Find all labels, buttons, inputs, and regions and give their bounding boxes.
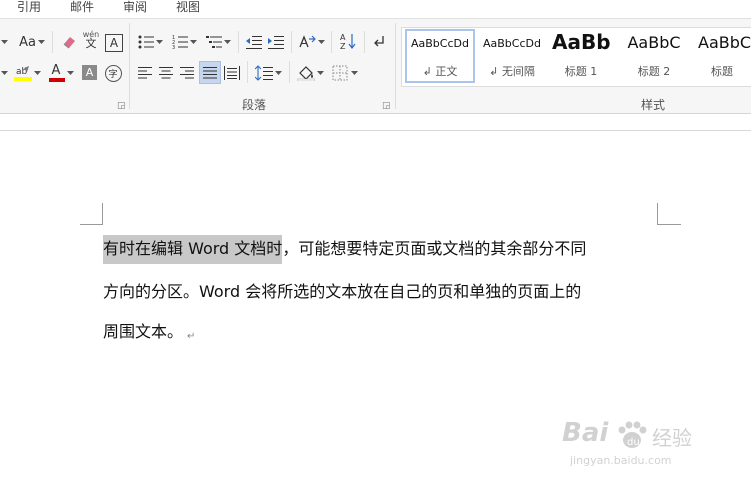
paragraph-dialog-launcher-icon[interactable]: ◲ [382, 101, 391, 111]
margin-corner-mark [80, 224, 103, 225]
paw-logo-icon: du [618, 421, 647, 448]
phonetic-guide-button[interactable]: wén 文 [82, 29, 100, 49]
align-left-icon[interactable] [136, 63, 154, 83]
multilevel-list-icon [205, 36, 222, 48]
increase-indent-icon[interactable] [266, 32, 286, 52]
bullets-button[interactable] [136, 32, 164, 52]
styles-gallery: AaBbCcDd ↲ 正文 AaBbCcDd ↲ 无间隔 AaBb 标题 1 A… [401, 27, 751, 87]
line-spacing-icon [254, 65, 273, 81]
tab-review[interactable]: 审阅 [123, 0, 147, 14]
change-case-label: Aa [19, 34, 36, 50]
margin-corner-mark [102, 203, 103, 225]
font-color-letter: A [51, 63, 61, 78]
margin-corner-mark [657, 224, 681, 225]
sort-button[interactable]: AZ [338, 31, 358, 51]
style-preview: AaBbC [627, 33, 681, 52]
line-text: 方向的分区。Word 会将所选的文本放在自己的页和单独的页面上的 [103, 282, 582, 301]
ribbon: Aa wén 文 A ab A A 字 ◲ 123 A Z 段落 ◲ AaBbC… [0, 18, 751, 114]
style-preview: AaBbC [698, 33, 751, 52]
character-border-button[interactable]: A [105, 34, 123, 52]
document-line-1[interactable]: 有时在编辑 Word 文档时，可能想要特定页面或文档的其余部分不同 [103, 235, 587, 264]
paint-bucket-icon [296, 66, 315, 81]
style-heading-1[interactable]: AaBb 标题 1 [548, 28, 614, 84]
clear-formatting-icon[interactable] [60, 32, 78, 52]
character-shading-button[interactable]: A [82, 65, 97, 80]
style-heading-2[interactable]: AaBbC 标题 2 [618, 28, 690, 84]
line-text: ，可能想要特定页面或文档的其余部分不同 [282, 239, 587, 258]
svg-text:du: du [627, 437, 640, 448]
paragraph-group-label: 段落 [242, 98, 267, 112]
character-border-label: A [109, 36, 119, 50]
selected-text[interactable]: 有时在编辑 Word 文档时 [103, 235, 283, 264]
change-case-button[interactable]: Aa [18, 32, 46, 52]
svg-text:A: A [340, 33, 346, 42]
numbering-button[interactable]: 123 [170, 32, 198, 52]
style-name: ↲ 无间隔 [489, 65, 535, 78]
sort-icon: AZ [340, 33, 356, 50]
margin-corner-mark [657, 203, 658, 225]
tab-references[interactable]: 引用 [17, 0, 41, 14]
style-normal[interactable]: AaBbCcDd ↲ 正文 [404, 28, 476, 84]
line-text: 周围文本。 [103, 322, 184, 341]
bullets-icon [138, 35, 154, 49]
enclose-characters-button[interactable]: 字 [104, 63, 122, 83]
numbering-icon: 123 [172, 35, 188, 49]
phonetic-bottom: 文 [85, 37, 97, 50]
highlighter-icon: ab [13, 66, 32, 81]
baidu-watermark: Bai du 经验 jingyan.baidu.com [562, 418, 722, 478]
decrease-indent-icon[interactable] [244, 32, 264, 52]
chinese-layout-button[interactable] [297, 32, 325, 52]
ruler-divider [0, 130, 751, 131]
style-name: 标题 1 [564, 65, 598, 78]
tab-view[interactable]: 视图 [176, 0, 200, 14]
chevron-down-icon[interactable] [0, 63, 8, 83]
font-color-button[interactable]: A [46, 63, 76, 83]
svg-text:Z: Z [340, 42, 346, 50]
ribbon-tabs: 引用 邮件 审阅 视图 [0, 0, 751, 18]
align-center-icon[interactable] [157, 63, 175, 83]
line-spacing-button[interactable] [253, 63, 283, 83]
justify-icon[interactable] [199, 61, 221, 84]
align-right-icon[interactable] [178, 63, 196, 83]
style-name: ↲ 正文 [422, 65, 458, 78]
shading-button[interactable] [295, 63, 325, 83]
enclose-char: 字 [104, 64, 122, 82]
borders-button[interactable] [330, 63, 360, 83]
distributed-icon[interactable] [223, 63, 241, 83]
style-preview: AaBbCcDd [483, 37, 541, 50]
style-no-spacing[interactable]: AaBbCcDd ↲ 无间隔 [476, 28, 548, 84]
chevron-down-icon[interactable] [0, 32, 8, 52]
multilevel-list-button[interactable] [204, 32, 232, 52]
show-marks-icon[interactable] [371, 32, 387, 52]
paragraph-mark-icon: ↵ [187, 331, 196, 342]
document-line-2[interactable]: 方向的分区。Word 会将所选的文本放在自己的页和单独的页面上的 [103, 282, 581, 302]
chinese-layout-icon [298, 35, 316, 48]
character-shading-label: A [85, 66, 94, 79]
highlight-color-button[interactable]: ab [12, 63, 42, 83]
watermark-brand-cn: 经验 [652, 426, 692, 450]
style-preview: AaBbCcDd [411, 37, 469, 50]
tab-mailings[interactable]: 邮件 [70, 0, 94, 14]
style-name: 标题 2 [637, 65, 671, 78]
style-title[interactable]: AaBbC 标题 [692, 28, 751, 84]
style-name: 标题 [711, 65, 733, 78]
borders-icon [332, 65, 348, 81]
watermark-brand: Bai [562, 418, 609, 448]
document-line-3[interactable]: 周围文本。 ↵ [103, 322, 195, 347]
styles-group-label: 样式 [641, 98, 666, 112]
style-preview: AaBb [552, 30, 611, 54]
font-dialog-launcher-icon[interactable]: ◲ [117, 101, 126, 111]
svg-text:3: 3 [172, 45, 175, 49]
watermark-url: jingyan.baidu.com [570, 454, 672, 467]
